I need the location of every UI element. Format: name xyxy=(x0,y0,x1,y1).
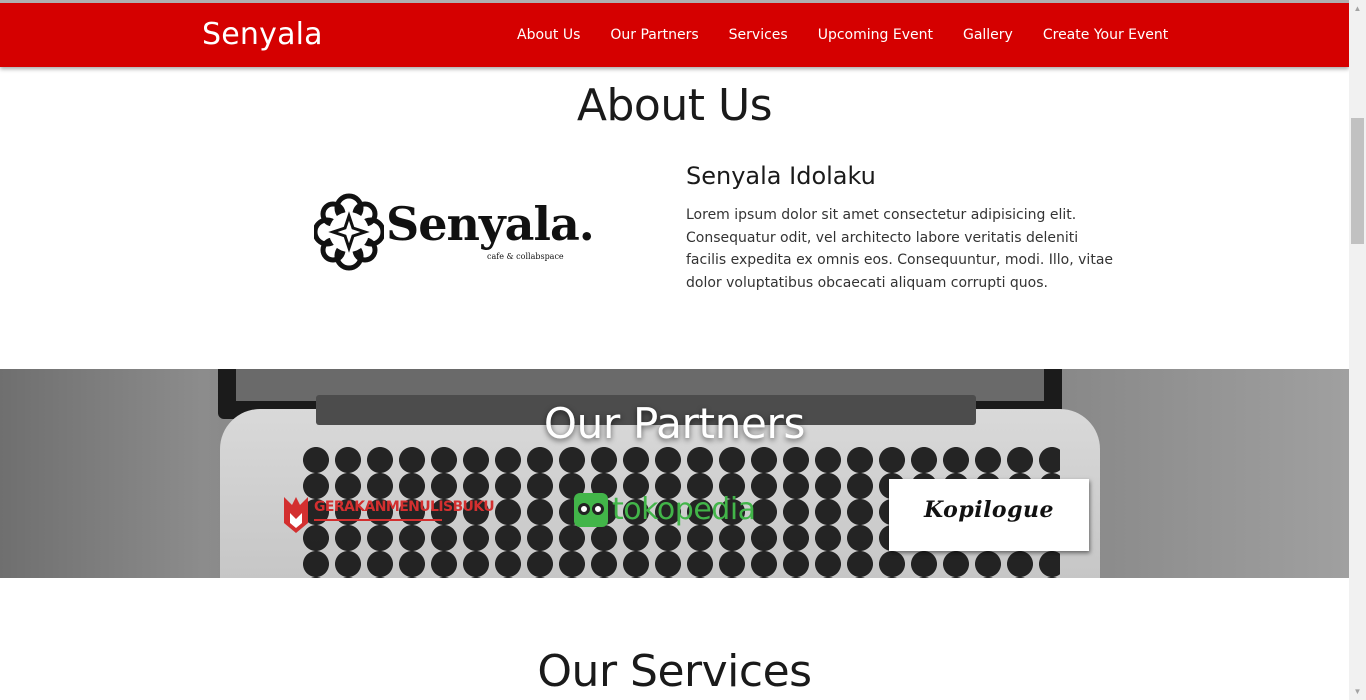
partner-name-kopilogue: Kopilogue xyxy=(924,497,1054,523)
nav-link-gallery[interactable]: Gallery xyxy=(948,3,1028,67)
senyala-tagline: cafe & collabspace xyxy=(487,252,564,261)
scroll-up-arrow-icon[interactable]: ▲ xyxy=(1349,0,1366,17)
about-title: About Us xyxy=(576,80,773,131)
partner-logo-tokopedia[interactable]: tokopedia xyxy=(574,491,784,531)
partner-logo-kopilogue[interactable]: Kopilogue xyxy=(889,479,1089,551)
scrollbar-thumb[interactable] xyxy=(1351,118,1364,244)
gmb-book-icon xyxy=(284,497,308,533)
senyala-wordmark: Senyala. xyxy=(386,197,595,251)
nav-menu: About Us Our Partners Services Upcoming … xyxy=(502,3,1183,67)
partner-name-tokopedia: tokopedia xyxy=(612,492,756,527)
nav-link-upcoming-event[interactable]: Upcoming Event xyxy=(803,3,948,67)
senyala-flower-icon xyxy=(314,193,384,271)
vertical-scrollbar[interactable]: ▲ ▼ xyxy=(1349,0,1366,700)
services-title: Our Services xyxy=(537,646,812,697)
navbar: Senyala About Us Our Partners Services U… xyxy=(0,3,1349,67)
nav-link-our-partners[interactable]: Our Partners xyxy=(595,3,713,67)
nav-link-create-your-event[interactable]: Create Your Event xyxy=(1028,3,1183,67)
tokopedia-owl-icon xyxy=(574,493,608,527)
about-description: Lorem ipsum dolor sit amet consectetur a… xyxy=(686,207,1114,292)
window-top-border xyxy=(0,0,1349,3)
page: Senyala About Us Our Partners Services U… xyxy=(0,0,1349,700)
partners-section: Our Partners GERAKANMENULISBUKU tokopedi… xyxy=(0,369,1349,578)
brand-logo-link[interactable]: Senyala xyxy=(202,17,323,53)
nav-link-services[interactable]: Services xyxy=(714,3,803,67)
nav-link-about-us[interactable]: About Us xyxy=(502,3,595,67)
partner-logo-gerakan-menulis-buku[interactable]: GERAKANMENULISBUKU xyxy=(280,489,495,539)
partners-title: Our Partners xyxy=(543,399,806,448)
partner-name-gmb: GERAKANMENULISBUKU xyxy=(314,499,495,515)
about-heading: Senyala Idolaku xyxy=(686,162,876,190)
scroll-down-arrow-icon[interactable]: ▼ xyxy=(1349,683,1366,700)
senyala-logo: Senyala. cafe & collabspace xyxy=(312,190,595,280)
